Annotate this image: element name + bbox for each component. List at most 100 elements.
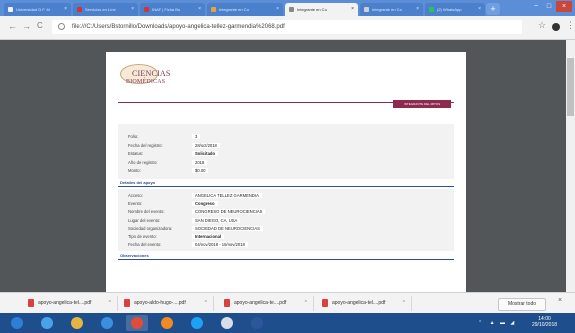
windows-taskbar: ⌃ ▲ ▬ ◢ 14:00 29/10/2018 (0, 313, 575, 333)
field-value: SOCIEDAD DE NEUROCIENCIAS (192, 225, 263, 231)
tab-label: Integrante en Co (219, 7, 249, 12)
tab-favicon-icon (8, 7, 13, 12)
browser-tab[interactable]: (2) WhatsApp × (425, 3, 485, 16)
taskbar-word-button[interactable] (246, 315, 268, 331)
download-options-icon[interactable]: ^ (109, 296, 111, 311)
start-icon (11, 317, 23, 329)
taskbar-skype-button[interactable] (186, 315, 208, 331)
word-icon (251, 317, 263, 329)
field-value: $0.00 (192, 168, 209, 173)
url-text[interactable]: file:///C:/Users/Bstornillo/Downloads/ap… (72, 20, 285, 34)
download-filename: apoyo-angelica-te....pdf (234, 300, 287, 306)
taskbar-firefox-button[interactable] (156, 315, 178, 331)
tab-close-icon[interactable]: × (198, 3, 201, 16)
download-options-icon[interactable]: ^ (403, 296, 405, 311)
download-item[interactable]: apoyo-angelica-tel....pdf ^ (24, 296, 118, 311)
browser-tab[interactable]: Integrante en Co × (360, 3, 423, 16)
field-value: Internacional (192, 234, 225, 239)
new-tab-button[interactable]: + (486, 3, 500, 15)
tab-favicon-icon (364, 7, 369, 12)
field-label: Año de registro: (128, 159, 158, 165)
tab-label: Integrante en Co (372, 7, 402, 12)
menu-icon[interactable]: ⋮ (566, 20, 575, 31)
logo-line-1: CIENCIAS (132, 69, 171, 78)
browser-tab[interactable]: Universidad D.F. M × (4, 3, 71, 16)
field-label: Folio: (128, 134, 139, 139)
tab-favicon-icon (211, 7, 216, 12)
field-label: Monto: (128, 168, 141, 173)
tab-label: Universidad D.F. M (16, 7, 50, 12)
support-section-divider (118, 186, 454, 187)
tab-close-icon[interactable]: × (276, 3, 279, 16)
pdf-page: CIENCIAS BIOMÉDICAS INTEGRANTE DEL MITOS… (106, 52, 466, 292)
tab-close-icon[interactable]: × (416, 3, 419, 16)
tab-favicon-icon (289, 7, 294, 12)
institution-logo: CIENCIAS BIOMÉDICAS (126, 70, 171, 86)
taskbar-explorer-button[interactable] (66, 315, 88, 331)
browser-toolbar: ← → C file:///C:/Users/Bstornillo/Downlo… (0, 16, 575, 40)
browser-tab[interactable]: Integrante en Co × (285, 3, 358, 16)
download-options-icon[interactable]: ^ (205, 296, 207, 311)
show-all-button[interactable]: Mostrar todo (498, 298, 546, 311)
field-label: Acceso: (128, 193, 143, 198)
observations-divider (118, 259, 454, 260)
media-icon (41, 317, 53, 329)
browser-tab[interactable]: Servicios en Líne × (73, 3, 138, 16)
download-options-icon[interactable]: ^ (305, 296, 307, 311)
info-icon[interactable] (58, 23, 65, 30)
field-value: Solicitado (192, 151, 219, 156)
field-label: Nombre del evento: (128, 209, 165, 215)
download-filename: apoyo-aldo-hugo-....pdf (134, 300, 186, 306)
taskbar-ie-button[interactable] (96, 315, 118, 331)
download-item[interactable]: apoyo-angelica-tel....pdf ^ (318, 296, 412, 311)
field-label: Fecha del registro: (128, 142, 163, 148)
taskbar-start-button[interactable] (6, 315, 28, 331)
taskbar-media-button[interactable] (36, 315, 58, 331)
field-value: 3 (192, 134, 201, 139)
taskbar-files-button[interactable] (216, 315, 238, 331)
bookmark-star-icon[interactable]: ☆ (538, 20, 546, 31)
scrollbar-thumb[interactable] (567, 58, 574, 116)
battery-icon[interactable]: ▬ (500, 320, 505, 326)
system-clock[interactable]: 14:00 29/10/2018 (532, 316, 557, 328)
tab-close-icon[interactable]: × (478, 3, 481, 16)
download-filename: apoyo-angelica-tel....pdf (38, 300, 92, 306)
support-details-panel (118, 189, 454, 251)
download-item[interactable]: apoyo-angelica-te....pdf ^ (220, 296, 314, 311)
observations-title: Observaciones (120, 253, 149, 258)
field-value: CONGRESO DE NEUROCIENCIAS (192, 209, 266, 215)
tab-close-icon[interactable]: × (351, 3, 354, 16)
support-section-title: Detalles del apoyo (120, 180, 156, 185)
forward-icon[interactable]: → (22, 21, 31, 31)
tab-favicon-icon (429, 7, 434, 12)
close-downloads-icon[interactable]: × (558, 297, 562, 304)
browser-tab[interactable]: Integrante en Co × (207, 3, 283, 16)
download-item[interactable]: apoyo-aldo-hugo-....pdf ^ (120, 296, 214, 311)
system-tray: ⌃ ▲ ▬ ◢ (478, 313, 514, 333)
tab-label: Servicios en Líne (85, 7, 116, 12)
tab-close-icon[interactable]: × (131, 3, 134, 16)
profile-avatar[interactable] (552, 23, 560, 31)
tray-arrow-icon[interactable]: ⌃ (478, 320, 482, 326)
reload-icon[interactable]: C (37, 21, 43, 30)
field-value: 04/nov/2018 - 15/nov/2018 (192, 242, 248, 248)
minimize-button[interactable]: − (530, 1, 542, 12)
close-window-button[interactable]: × (556, 1, 572, 12)
tab-favicon-icon (77, 7, 82, 12)
request-summary-panel (118, 124, 454, 179)
taskbar-chrome-button[interactable] (126, 315, 148, 331)
field-value: Congreso (192, 201, 218, 207)
browser-tab[interactable]: INAF | Ficha Bo × (140, 3, 205, 16)
back-icon[interactable]: ← (8, 21, 17, 31)
tab-label: INAF | Ficha Bo (152, 7, 181, 12)
pdf-file-icon (28, 298, 34, 307)
maximize-button[interactable]: □ (543, 1, 555, 12)
tab-close-icon[interactable]: × (64, 3, 67, 16)
network-icon[interactable]: ◢ (510, 320, 514, 326)
volume-icon[interactable]: ▲ (490, 320, 495, 326)
address-bar[interactable]: file:///C:/Users/Bstornillo/Downloads/ap… (52, 20, 522, 34)
clock-date: 29/10/2018 (532, 322, 558, 328)
field-label: Evento: (128, 201, 143, 207)
skype-icon (191, 317, 203, 329)
tab-label: (2) WhatsApp (437, 7, 462, 12)
